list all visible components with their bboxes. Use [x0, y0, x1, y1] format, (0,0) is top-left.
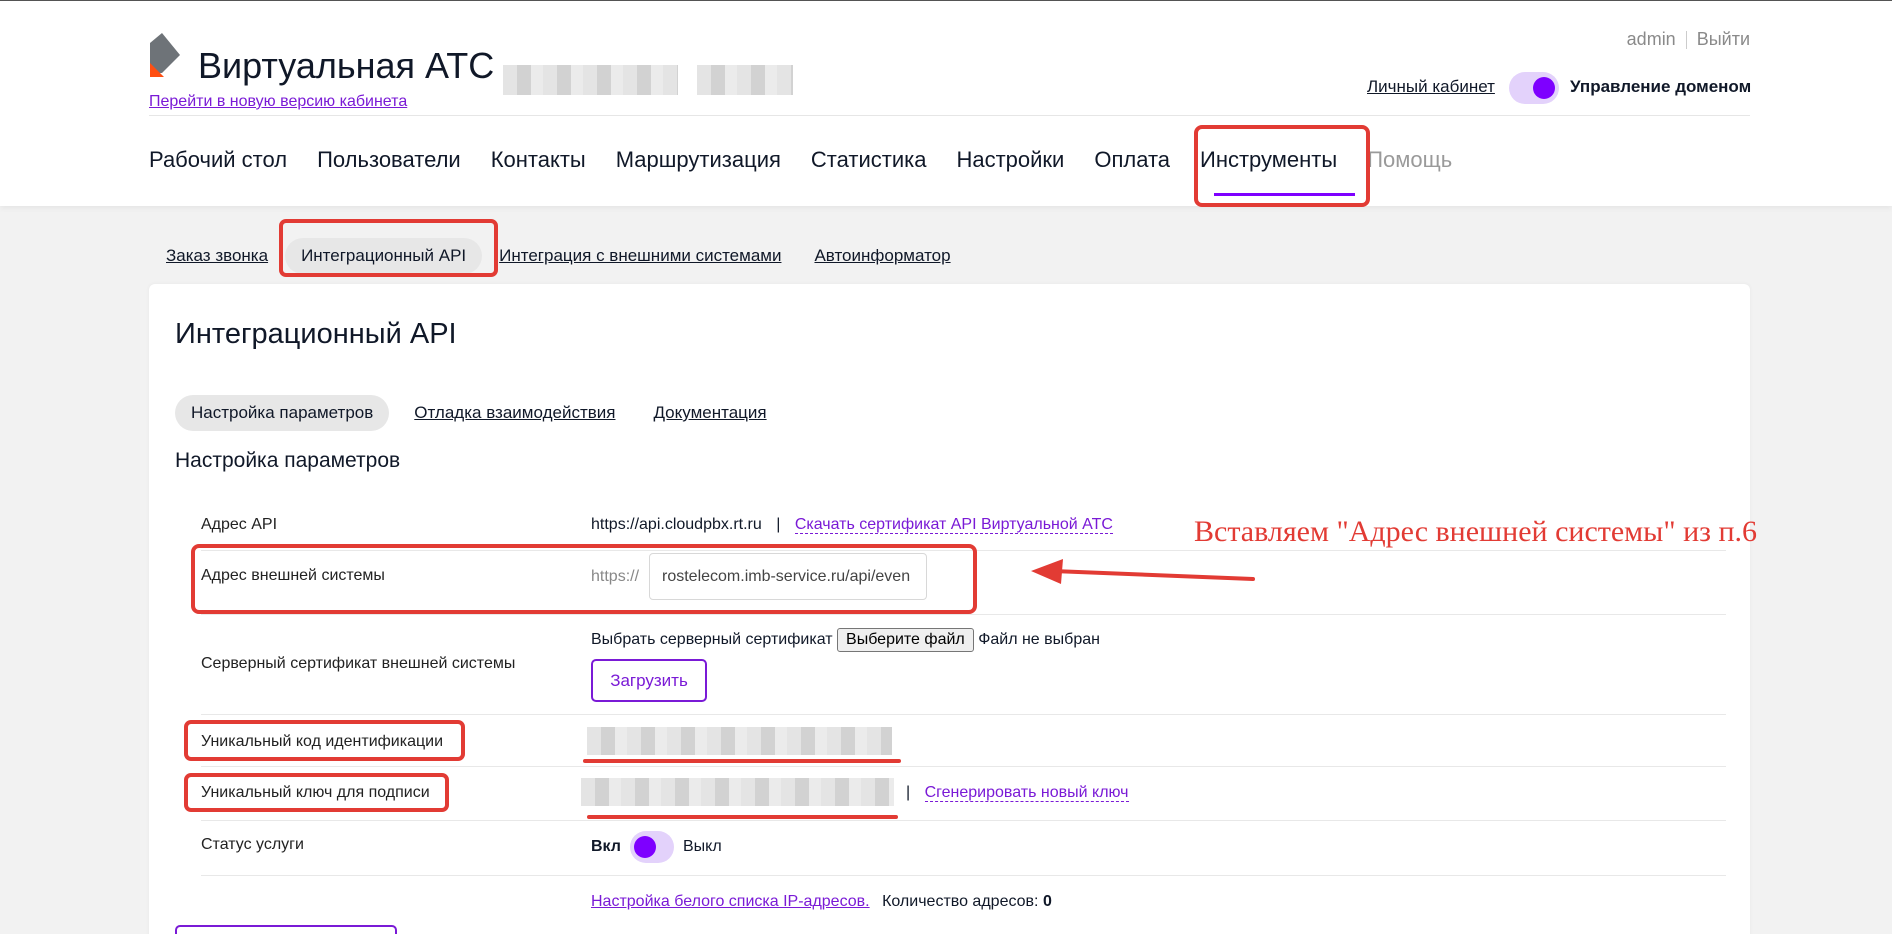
api-address-separator: |: [776, 516, 781, 533]
tab-parameters[interactable]: Настройка параметров: [175, 395, 390, 431]
nav-item-desktop[interactable]: Рабочий стол: [149, 147, 287, 173]
row-divider: [201, 875, 1726, 876]
tab-documentation[interactable]: Документация: [653, 403, 766, 423]
toggle-knob: [1533, 77, 1555, 99]
toggle-knob: [634, 836, 656, 858]
status-on-label: Вкл: [591, 838, 621, 855]
redacted-account-id: [697, 65, 793, 95]
service-status-toggle[interactable]: [630, 831, 674, 863]
active-nav-underline: [1214, 193, 1355, 196]
nav-item-settings[interactable]: Настройки: [956, 147, 1064, 173]
underline-signature-key-annotation: [587, 815, 898, 819]
server-cert-picker: Выбрать серверный сертификат Выберите фа…: [591, 628, 1100, 652]
generate-key-link[interactable]: Сгенерировать новый ключ: [924, 784, 1129, 802]
choose-cert-label: Выбрать серверный сертификат: [591, 631, 833, 648]
whitelist-link[interactable]: Настройка белого списка IP-адресов.: [591, 893, 870, 910]
address-count: 0: [1042, 893, 1052, 910]
section-title: Настройка параметров: [175, 449, 401, 472]
nav-item-payment[interactable]: Оплата: [1094, 147, 1170, 173]
redacted-signature-key: [581, 778, 894, 806]
redacted-unique-code: [587, 727, 892, 755]
domain-management-label: Управление доменом: [1570, 77, 1752, 96]
new-version-link[interactable]: Перейти в новую версию кабинета: [149, 93, 407, 111]
logout-link[interactable]: Выйти: [1697, 29, 1750, 50]
subnav-external-integration[interactable]: Интеграция с внешними системами: [499, 246, 781, 266]
nav-item-help[interactable]: Помощь: [1367, 147, 1452, 173]
address-count-label: Количество адресов:: [882, 893, 1039, 910]
status-off-label: Выкл: [683, 838, 722, 855]
choose-file-button[interactable]: Выберите файл: [837, 628, 974, 652]
row-divider: [201, 820, 1726, 821]
row-divider: [201, 766, 1726, 767]
redacted-domain-name: [503, 65, 678, 95]
service-status-label: Статус услуги: [201, 836, 304, 853]
whitelist-row: Настройка белого списка IP-адресов. Коли…: [591, 893, 1052, 911]
highlight-signature-key-annotation: [184, 773, 449, 812]
api-address-row: https://api.cloudpbx.rt.ru | Скачать сер…: [591, 516, 1113, 534]
highlight-external-address-annotation: [191, 544, 977, 614]
nav-item-routing[interactable]: Маршрутизация: [616, 147, 781, 173]
domain-management-toggle[interactable]: [1509, 72, 1559, 104]
rostelecom-logo-icon: [150, 33, 180, 77]
page-title: Интеграционный API: [175, 318, 457, 350]
annotation-arrow-icon: [1031, 559, 1255, 584]
nav-item-users[interactable]: Пользователи: [317, 147, 461, 173]
row-divider: [201, 614, 1726, 615]
personal-cabinet-link[interactable]: Личный кабинет: [1367, 77, 1495, 97]
highlight-unique-code-annotation: [184, 720, 465, 761]
user-area: admin Выйти: [1627, 29, 1750, 50]
header-divider: [149, 115, 1750, 116]
upload-button[interactable]: Загрузить: [591, 659, 707, 702]
subnav-autoinformer[interactable]: Автоинформатор: [814, 246, 950, 266]
save-button-partial[interactable]: [175, 925, 397, 934]
brand-title: Виртуальная АТС: [198, 45, 495, 86]
user-separator: [1685, 30, 1687, 49]
download-cert-link[interactable]: Скачать сертификат API Виртуальной АТС: [794, 516, 1113, 534]
signature-key-separator: |: [906, 784, 911, 801]
api-tabs: Настройка параметров Отладка взаимодейст…: [175, 395, 767, 431]
server-cert-label: Серверный сертификат внешней системы: [201, 655, 516, 672]
api-address-value: https://api.cloudpbx.rt.ru: [591, 516, 762, 533]
subnav-callback-order[interactable]: Заказ звонка: [166, 246, 268, 266]
nav-item-contacts[interactable]: Контакты: [491, 147, 586, 173]
underline-unique-code-annotation: [583, 759, 901, 763]
nav-item-statistics[interactable]: Статистика: [811, 147, 927, 173]
annotation-text: Вставляем "Адрес внешней системы" из п.6: [1194, 515, 1758, 548]
tab-debug[interactable]: Отладка взаимодействия: [414, 403, 615, 423]
row-divider: [201, 714, 1726, 715]
no-file-text: Файл не выбран: [978, 631, 1100, 648]
highlight-integration-api-annotation: [279, 219, 498, 277]
site-header: Виртуальная АТС Перейти в новую версию к…: [0, 1, 1892, 206]
signature-key-actions: | Сгенерировать новый ключ: [906, 784, 1129, 802]
api-address-label: Адрес API: [201, 516, 278, 533]
username: admin: [1626, 29, 1676, 49]
